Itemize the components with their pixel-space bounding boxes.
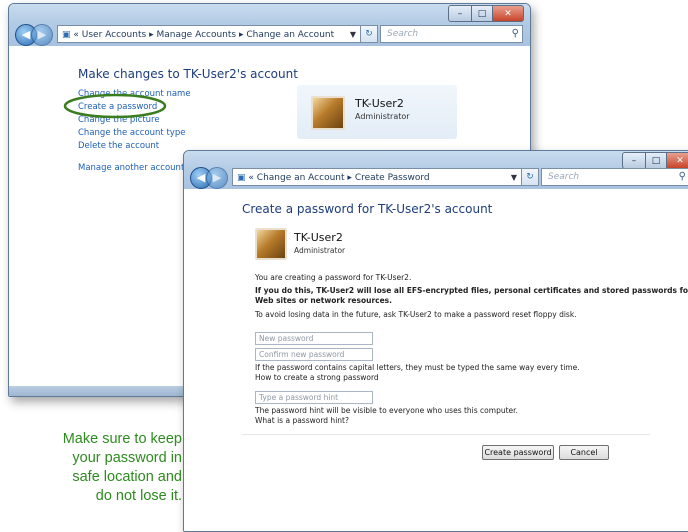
- minimize-button[interactable]: –: [448, 5, 472, 22]
- forward-button[interactable]: ▶: [31, 24, 53, 46]
- search-icon: ⚲: [678, 171, 686, 182]
- caption-line: safe location and: [72, 469, 182, 485]
- breadcrumb-item[interactable]: Create Password: [355, 173, 430, 183]
- avatar: [311, 96, 345, 130]
- caption-line: do not lose it.: [95, 488, 182, 504]
- account-type: Administrator: [355, 112, 410, 121]
- hint-note: The password hint will be visible to eve…: [255, 406, 518, 415]
- search-input[interactable]: Search ⚲: [541, 168, 688, 186]
- caption-note: Make sure to keep your password in safe …: [0, 430, 182, 506]
- cancel-button[interactable]: Cancel: [559, 445, 609, 460]
- create-password-window: – □ ✕ ◀ ▶ ▣ « Change an Account ▸ Create…: [183, 150, 688, 532]
- forward-button[interactable]: ▶: [206, 167, 228, 189]
- maximize-button[interactable]: □: [646, 152, 667, 169]
- close-button[interactable]: ✕: [667, 152, 688, 169]
- minimize-button[interactable]: –: [622, 152, 646, 169]
- capital-note: If the password contains capital letters…: [255, 363, 580, 372]
- control-panel-icon: ▣: [62, 30, 71, 40]
- address-bar[interactable]: ▣ « User Accounts ▸ Manage Accounts ▸ Ch…: [57, 25, 361, 43]
- confirm-password-field[interactable]: Confirm new password: [255, 348, 373, 361]
- refresh-button[interactable]: ↻: [521, 168, 539, 186]
- avoid-text: To avoid losing data in the future, ask …: [255, 310, 577, 319]
- create-password-button[interactable]: Create password: [482, 445, 554, 460]
- account-type: Administrator: [294, 246, 346, 255]
- manage-another-link[interactable]: Manage another account: [78, 163, 184, 173]
- control-panel-icon: ▣: [237, 173, 246, 183]
- window-controls: – □ ✕: [448, 5, 524, 22]
- refresh-button[interactable]: ↻: [360, 25, 378, 43]
- maximize-button[interactable]: □: [472, 5, 493, 22]
- breadcrumb-item[interactable]: Change an Account: [257, 173, 345, 183]
- page-title: Create a password for TK-User2's account: [242, 202, 493, 216]
- password-hint-field[interactable]: Type a password hint: [255, 391, 373, 404]
- chevron-down-icon[interactable]: ▼: [511, 169, 517, 187]
- password-hint-link[interactable]: What is a password hint?: [255, 416, 349, 425]
- warning-text: If you do this, TK-User2 will lose all E…: [255, 286, 688, 295]
- chevron-down-icon[interactable]: ▼: [350, 26, 356, 44]
- address-bar[interactable]: ▣ « Change an Account ▸ Create Password …: [232, 168, 522, 186]
- warning-text-cont: Web sites or network resources.: [255, 296, 392, 305]
- change-type-link[interactable]: Change the account type: [78, 128, 185, 138]
- account-tile: TK-User2 Administrator: [297, 85, 457, 139]
- caption-line: your password in: [72, 450, 182, 466]
- search-icon: ⚲: [511, 28, 519, 39]
- title-bar: – □ ✕ ◀ ▶ ▣ « User Accounts ▸ Manage Acc…: [9, 4, 530, 46]
- search-input[interactable]: Search ⚲: [380, 25, 523, 43]
- delete-account-link[interactable]: Delete the account: [78, 141, 159, 151]
- account-name: TK-User2: [294, 231, 343, 244]
- highlight-circle: [63, 93, 167, 119]
- caption-line: Make sure to keep: [62, 431, 182, 447]
- strong-password-link[interactable]: How to create a strong password: [255, 373, 379, 382]
- page-title: Make changes to TK-User2's account: [78, 67, 298, 81]
- divider: [242, 434, 650, 435]
- close-button[interactable]: ✕: [493, 5, 524, 22]
- breadcrumb-item[interactable]: User Accounts: [82, 30, 146, 40]
- breadcrumb-item[interactable]: Change an Account: [246, 30, 334, 40]
- new-password-field[interactable]: New password: [255, 332, 373, 345]
- avatar: [255, 228, 287, 260]
- breadcrumb-item[interactable]: Manage Accounts: [156, 30, 236, 40]
- account-name: TK-User2: [355, 97, 404, 110]
- content-area: Create a password for TK-User2's account…: [184, 189, 688, 531]
- window-controls: – □ ✕: [622, 152, 688, 169]
- info-text: You are creating a password for TK-User2…: [255, 273, 412, 282]
- title-bar: – □ ✕ ◀ ▶ ▣ « Change an Account ▸ Create…: [184, 151, 688, 193]
